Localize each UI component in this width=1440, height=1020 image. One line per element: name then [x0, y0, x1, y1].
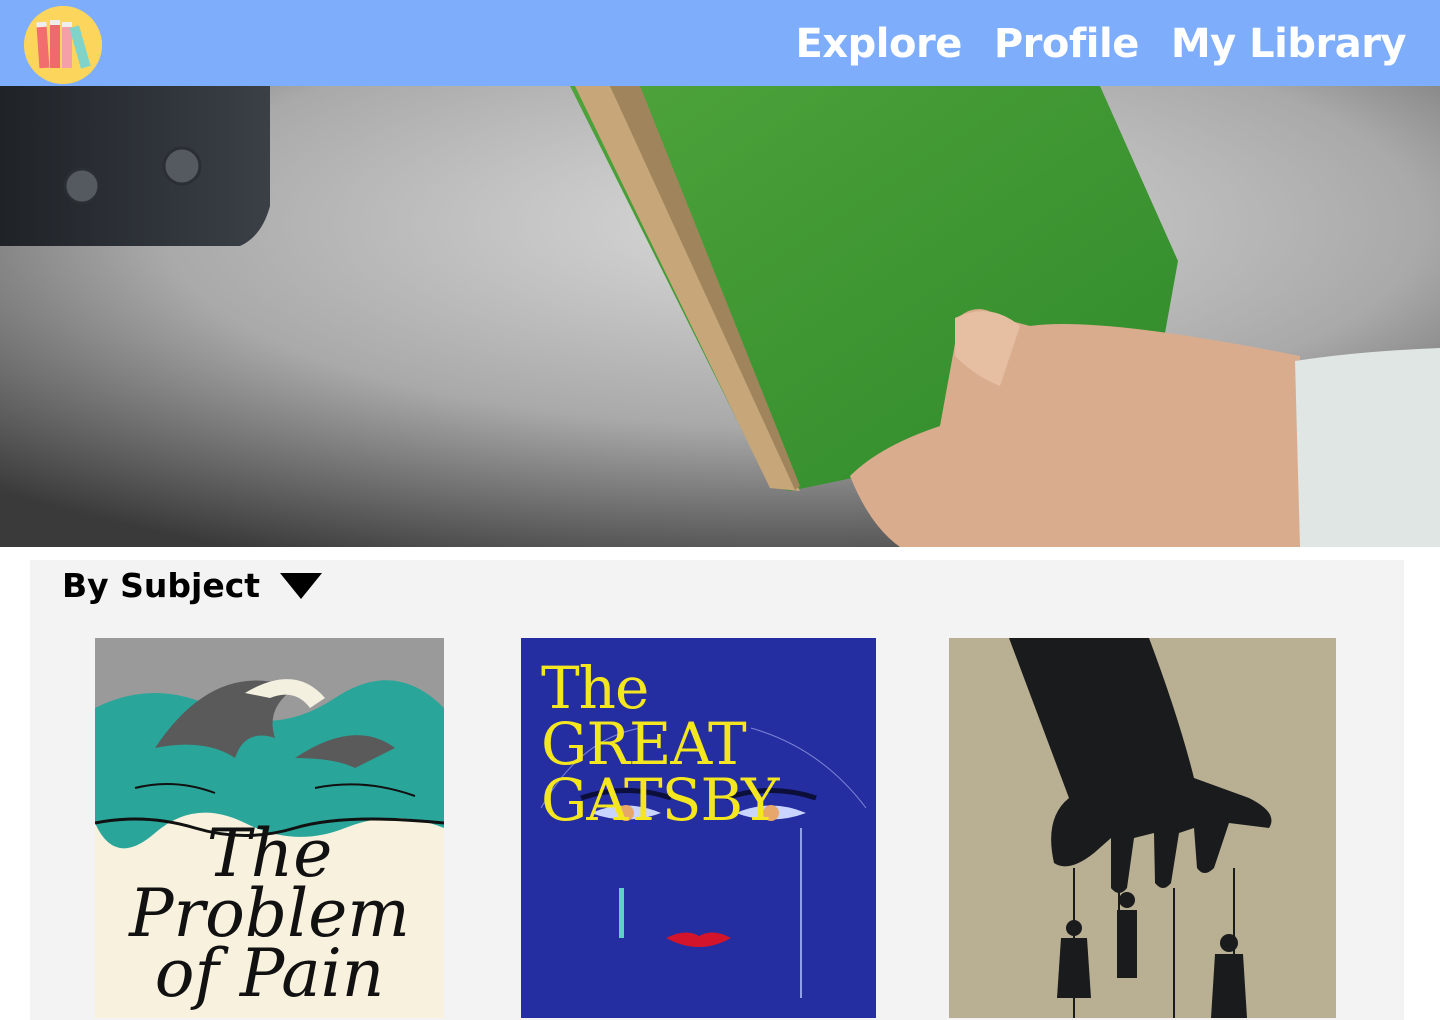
- dropdown-triangle-icon: [280, 572, 323, 599]
- book-cover-title: The GREAT GATSBY: [541, 654, 779, 834]
- book-card-great-gatsby[interactable]: The GREAT GATSBY: [521, 638, 876, 1018]
- hand-with-puppets-cover-art: [949, 638, 1336, 1018]
- top-nav-bar: Explore Profile My Library: [0, 0, 1440, 86]
- app-logo[interactable]: [24, 6, 102, 84]
- browse-panel: By Subject The Problem of Pain The GREAT…: [30, 560, 1404, 1020]
- hero-banner-image: [0, 86, 1440, 547]
- nav-profile-link[interactable]: Profile: [994, 21, 1139, 67]
- book-card-problem-of-pain[interactable]: The Problem of Pain: [95, 638, 444, 1018]
- nav-my-library-link[interactable]: My Library: [1171, 21, 1407, 67]
- book-cover-title: The Problem of Pain: [129, 815, 410, 1012]
- subject-filter-label: By Subject: [62, 566, 261, 605]
- subject-filter-dropdown[interactable]: By Subject: [62, 566, 323, 605]
- book-card-puppet-hand[interactable]: [949, 638, 1336, 1018]
- nav-explore-link[interactable]: Explore: [796, 21, 963, 67]
- main-nav: Explore Profile My Library: [796, 16, 1407, 72]
- books-icon: [24, 6, 102, 84]
